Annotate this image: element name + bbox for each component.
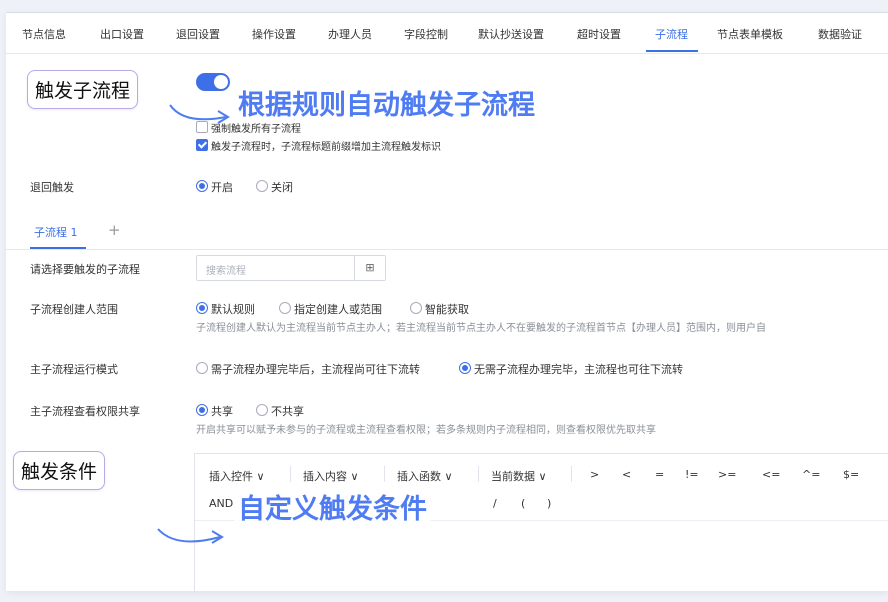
run-mode-wait-radio[interactable] bbox=[196, 362, 208, 374]
tab-subflow[interactable]: 子流程 bbox=[655, 26, 688, 42]
creator-default-radio[interactable] bbox=[196, 302, 208, 314]
chevron-down-icon: ∨ bbox=[256, 470, 265, 483]
return-trigger-label: 退回触发 bbox=[30, 181, 74, 194]
insert-control-dropdown[interactable]: 插入控件 ∨ bbox=[209, 468, 265, 484]
creator-smart-label: 智能获取 bbox=[425, 303, 469, 316]
insert-control-label: 插入控件 bbox=[209, 470, 253, 483]
op-lparen-button[interactable]: ( bbox=[521, 497, 525, 510]
insert-function-label: 插入函数 bbox=[397, 470, 441, 483]
tab-handlers[interactable]: 办理人员 bbox=[328, 26, 372, 42]
trigger-headline: 根据规则自动触发子流程 bbox=[238, 90, 535, 121]
tab-node-form-template[interactable]: 节点表单模板 bbox=[717, 26, 783, 42]
flow-picker-icon[interactable]: ⊞ bbox=[354, 256, 385, 280]
creator-range-hint: 子流程创建人默认为主流程当前节点主办人；若主流程当前节点主办人不在要触发的子流程… bbox=[196, 323, 766, 334]
op-neq-button[interactable]: != bbox=[685, 468, 699, 481]
add-subflow-button[interactable]: + bbox=[108, 221, 121, 239]
settings-card: 节点信息 出口设置 退回设置 操作设置 办理人员 字段控制 默认抄送设置 超时设… bbox=[6, 12, 888, 592]
op-and-button[interactable]: AND bbox=[209, 497, 233, 510]
force-all-label: 强制触发所有子流程 bbox=[211, 124, 301, 135]
chevron-down-icon: ∨ bbox=[444, 470, 453, 483]
tab-node-info[interactable]: 节点信息 bbox=[22, 26, 66, 42]
run-mode-wait-label: 需子流程办理完毕后，主流程尚可往下流转 bbox=[211, 363, 420, 376]
op-eq-button[interactable]: = bbox=[655, 468, 664, 481]
return-trigger-off-label: 关闭 bbox=[271, 181, 293, 194]
share-off-radio[interactable] bbox=[256, 404, 268, 416]
insert-content-dropdown[interactable]: 插入内容 ∨ bbox=[303, 468, 359, 484]
share-label: 主子流程查看权限共享 bbox=[30, 405, 140, 418]
run-mode-nowait-label: 无需子流程办理完毕，主流程也可往下流转 bbox=[474, 363, 683, 376]
trigger-subflow-toggle[interactable] bbox=[196, 73, 230, 91]
condition-headline: 自定义触发条件 bbox=[234, 487, 431, 526]
subflow-tabs-divider bbox=[6, 249, 888, 250]
op-rparen-button[interactable]: ) bbox=[547, 497, 551, 510]
creator-default-label: 默认规则 bbox=[211, 303, 255, 316]
tab-exit-settings[interactable]: 出口设置 bbox=[100, 26, 144, 42]
op-startswith-button[interactable]: ^= bbox=[802, 468, 820, 481]
op-endswith-button[interactable]: $= bbox=[843, 468, 859, 481]
current-data-label: 当前数据 bbox=[491, 470, 535, 483]
toggle-knob bbox=[214, 75, 228, 89]
op-lt-button[interactable]: < bbox=[622, 468, 631, 481]
tab-data-validation[interactable]: 数据验证 bbox=[818, 26, 862, 42]
toolbar-divider bbox=[571, 466, 572, 482]
tab-subflow-1[interactable]: 子流程 1 bbox=[34, 224, 78, 240]
return-trigger-on-label: 开启 bbox=[211, 181, 233, 194]
chevron-down-icon: ∨ bbox=[538, 470, 547, 483]
creator-smart-radio[interactable] bbox=[410, 302, 422, 314]
search-placeholder: 搜索流程 bbox=[206, 266, 246, 277]
creator-specified-label: 指定创建人或范围 bbox=[294, 303, 382, 316]
prefix-title-checkbox[interactable] bbox=[196, 139, 208, 151]
share-off-label: 不共享 bbox=[271, 405, 304, 418]
subflow-search-input[interactable]: 搜索流程 ⊞ bbox=[196, 255, 386, 281]
creator-range-label: 子流程创建人范围 bbox=[30, 303, 118, 316]
active-tab-indicator bbox=[646, 50, 698, 52]
op-gte-button[interactable]: >= bbox=[718, 468, 736, 481]
toolbar-divider bbox=[478, 466, 479, 482]
tab-operation-settings[interactable]: 操作设置 bbox=[252, 26, 296, 42]
creator-specified-radio[interactable] bbox=[279, 302, 291, 314]
tab-timeout-settings[interactable]: 超时设置 bbox=[577, 26, 621, 42]
tab-default-cc[interactable]: 默认抄送设置 bbox=[478, 26, 544, 42]
curve-arrow-icon bbox=[157, 528, 224, 544]
chevron-down-icon: ∨ bbox=[350, 470, 359, 483]
trigger-subflow-callout: 触发子流程 bbox=[27, 70, 139, 109]
op-divide-button[interactable]: / bbox=[493, 497, 497, 510]
share-on-label: 共享 bbox=[211, 405, 233, 418]
insert-content-label: 插入内容 bbox=[303, 470, 347, 483]
prefix-title-label: 触发子流程时，子流程标题前缀增加主流程触发标识 bbox=[211, 142, 441, 153]
op-lte-button[interactable]: <= bbox=[762, 468, 780, 481]
return-trigger-off-radio[interactable] bbox=[256, 180, 268, 192]
tab-field-control[interactable]: 字段控制 bbox=[404, 26, 448, 42]
select-subflow-label: 请选择要触发的子流程 bbox=[30, 263, 140, 276]
tab-bar: 节点信息 出口设置 退回设置 操作设置 办理人员 字段控制 默认抄送设置 超时设… bbox=[6, 13, 888, 54]
insert-function-dropdown[interactable]: 插入函数 ∨ bbox=[397, 468, 453, 484]
share-hint: 开启共享可以赋予未参与的子流程或主流程查看权限；若多条规则内子流程相同，则查看权… bbox=[196, 425, 656, 436]
return-trigger-on-radio[interactable] bbox=[196, 180, 208, 192]
run-mode-label: 主子流程运行模式 bbox=[30, 363, 118, 376]
toolbar-divider bbox=[290, 466, 291, 482]
tab-return-settings[interactable]: 退回设置 bbox=[176, 26, 220, 42]
trigger-condition-callout: 触发条件 bbox=[13, 451, 106, 490]
op-gt-button[interactable]: > bbox=[590, 468, 599, 481]
share-on-radio[interactable] bbox=[196, 404, 208, 416]
current-data-dropdown[interactable]: 当前数据 ∨ bbox=[491, 468, 547, 484]
run-mode-nowait-radio[interactable] bbox=[459, 362, 471, 374]
force-all-checkbox[interactable] bbox=[196, 121, 208, 133]
toolbar-divider bbox=[384, 466, 385, 482]
